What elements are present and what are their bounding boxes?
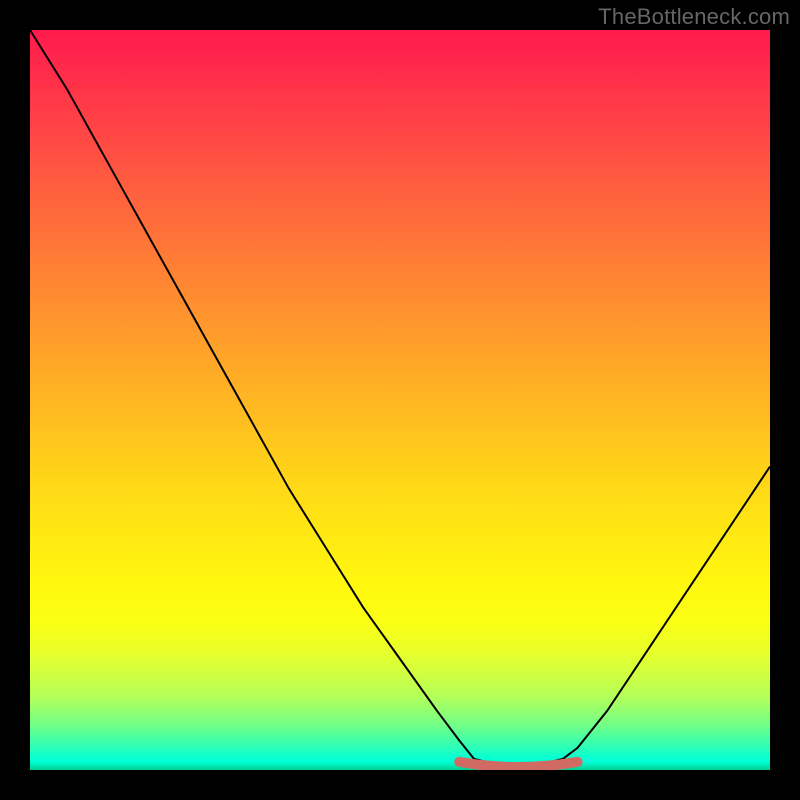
- curve-svg: [30, 30, 770, 770]
- bottleneck-curve: [30, 30, 770, 766]
- plot-area: [30, 30, 770, 770]
- watermark-text: TheBottleneck.com: [598, 4, 790, 30]
- highlight-min-segment: [459, 762, 577, 767]
- chart-stage: TheBottleneck.com: [0, 0, 800, 800]
